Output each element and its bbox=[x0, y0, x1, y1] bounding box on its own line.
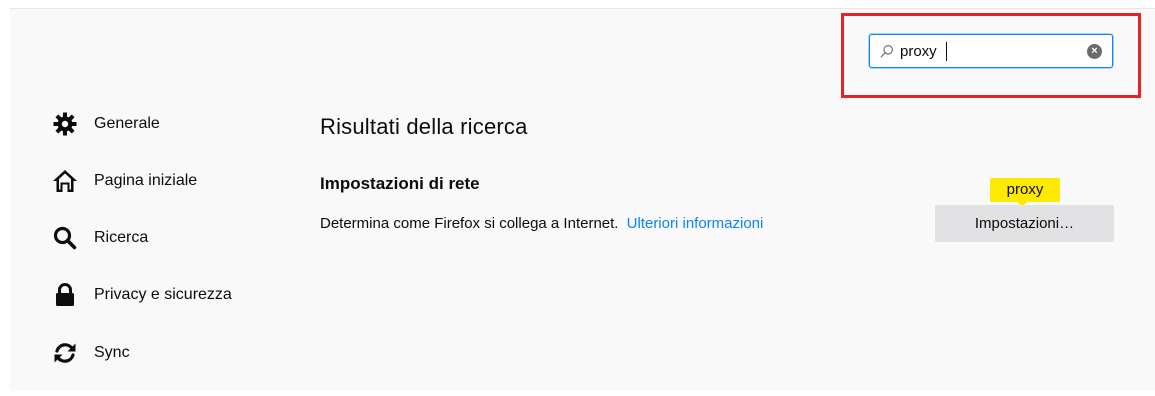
network-settings-button[interactable]: Impostazioni… bbox=[935, 205, 1114, 242]
sidebar-item-ricerca[interactable]: Ricerca bbox=[52, 220, 292, 256]
sidebar-item-generale[interactable]: Generale bbox=[52, 106, 292, 142]
learn-more-link[interactable]: Ulteriori informazioni bbox=[627, 215, 764, 232]
sidebar-item-pagina-iniziale[interactable]: Pagina iniziale bbox=[52, 163, 292, 199]
text-caret bbox=[946, 42, 947, 61]
sidebar-item-label: Ricerca bbox=[94, 229, 149, 246]
sidebar-item-label: Generale bbox=[94, 115, 160, 132]
page-title: Risultati della ricerca bbox=[320, 114, 528, 139]
home-icon bbox=[52, 168, 78, 194]
sidebar-item-label: Pagina iniziale bbox=[94, 172, 198, 189]
search-icon bbox=[52, 225, 78, 251]
sidebar-item-sync[interactable]: Sync bbox=[52, 335, 292, 371]
clear-icon[interactable]: × bbox=[1087, 44, 1102, 59]
search-match-badge: proxy bbox=[990, 178, 1060, 202]
search-icon bbox=[880, 44, 894, 58]
sidebar-item-privacy[interactable]: Privacy e sicurezza bbox=[52, 277, 292, 313]
network-settings-description: Determina come Firefox si collega a Inte… bbox=[320, 215, 763, 232]
gear-icon bbox=[52, 111, 78, 137]
sync-icon bbox=[52, 340, 78, 366]
network-settings-heading: Impostazioni di rete bbox=[320, 174, 480, 193]
sidebar-item-label: Sync bbox=[94, 344, 130, 361]
description-text: Determina come Firefox si collega a Inte… bbox=[320, 215, 619, 232]
lock-icon bbox=[52, 282, 78, 308]
sidebar-item-label: Privacy e sicurezza bbox=[94, 286, 232, 303]
preferences-window: × bbox=[0, 0, 1155, 396]
search-input[interactable] bbox=[900, 40, 1076, 62]
search-box[interactable]: × bbox=[869, 34, 1113, 68]
